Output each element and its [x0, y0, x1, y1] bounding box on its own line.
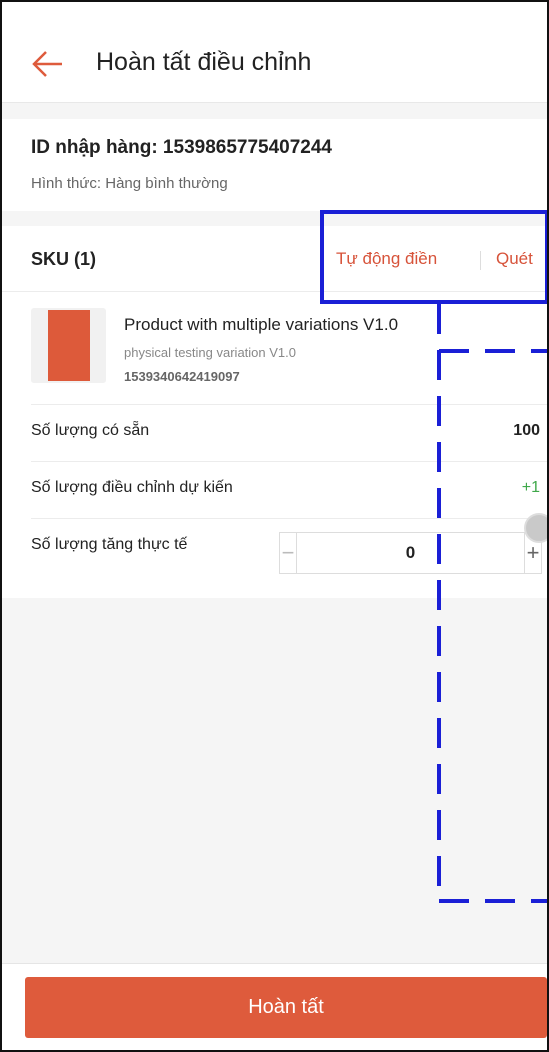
page-title: Hoàn tất điều chỉnh — [96, 48, 312, 76]
import-type: Hình thức: Hàng bình thường — [31, 175, 228, 192]
product-variation: physical testing variation V1.0 — [124, 345, 296, 360]
import-info-card: ID nhập hàng: 1539865775407244 Hình thức… — [0, 119, 549, 211]
quantity-stepper: − + — [279, 532, 542, 574]
import-id: ID nhập hàng: 1539865775407244 — [31, 137, 333, 158]
expected-adjust-row: Số lượng điều chỉnh dự kiến +1 — [31, 461, 549, 518]
decrement-button[interactable]: − — [280, 533, 297, 573]
product-image — [48, 310, 90, 381]
product-name: Product with multiple variations V1.0 — [124, 315, 399, 334]
product-thumbnail — [31, 308, 106, 383]
expected-adjust-label: Số lượng điều chỉnh dự kiến — [31, 479, 233, 496]
highlight-box — [320, 210, 549, 304]
available-qty-value: 100 — [513, 422, 540, 439]
quantity-input[interactable] — [297, 533, 524, 573]
bottom-action-bar: Hoàn tất — [0, 963, 549, 1052]
dashed-callout-bottom — [439, 899, 549, 903]
sku-title: SKU (1) — [31, 249, 97, 269]
available-qty-row: Số lượng có sẵn 100 — [31, 404, 549, 461]
app-header: Hoàn tất điều chỉnh — [0, 0, 549, 103]
dashed-callout-left — [437, 304, 441, 902]
product-sku-id: 1539340642419097 — [124, 369, 240, 384]
drag-handle-icon[interactable] — [524, 513, 549, 543]
actual-increase-row: Số lượng tăng thực tế − + — [31, 518, 549, 598]
expected-adjust-value: +1 — [521, 479, 540, 496]
arrow-left-icon[interactable] — [30, 46, 66, 82]
dashed-callout-top — [439, 349, 549, 353]
complete-button[interactable]: Hoàn tất — [25, 977, 547, 1038]
available-qty-label: Số lượng có sẵn — [31, 422, 150, 439]
actual-increase-label: Số lượng tăng thực tế — [31, 536, 188, 553]
